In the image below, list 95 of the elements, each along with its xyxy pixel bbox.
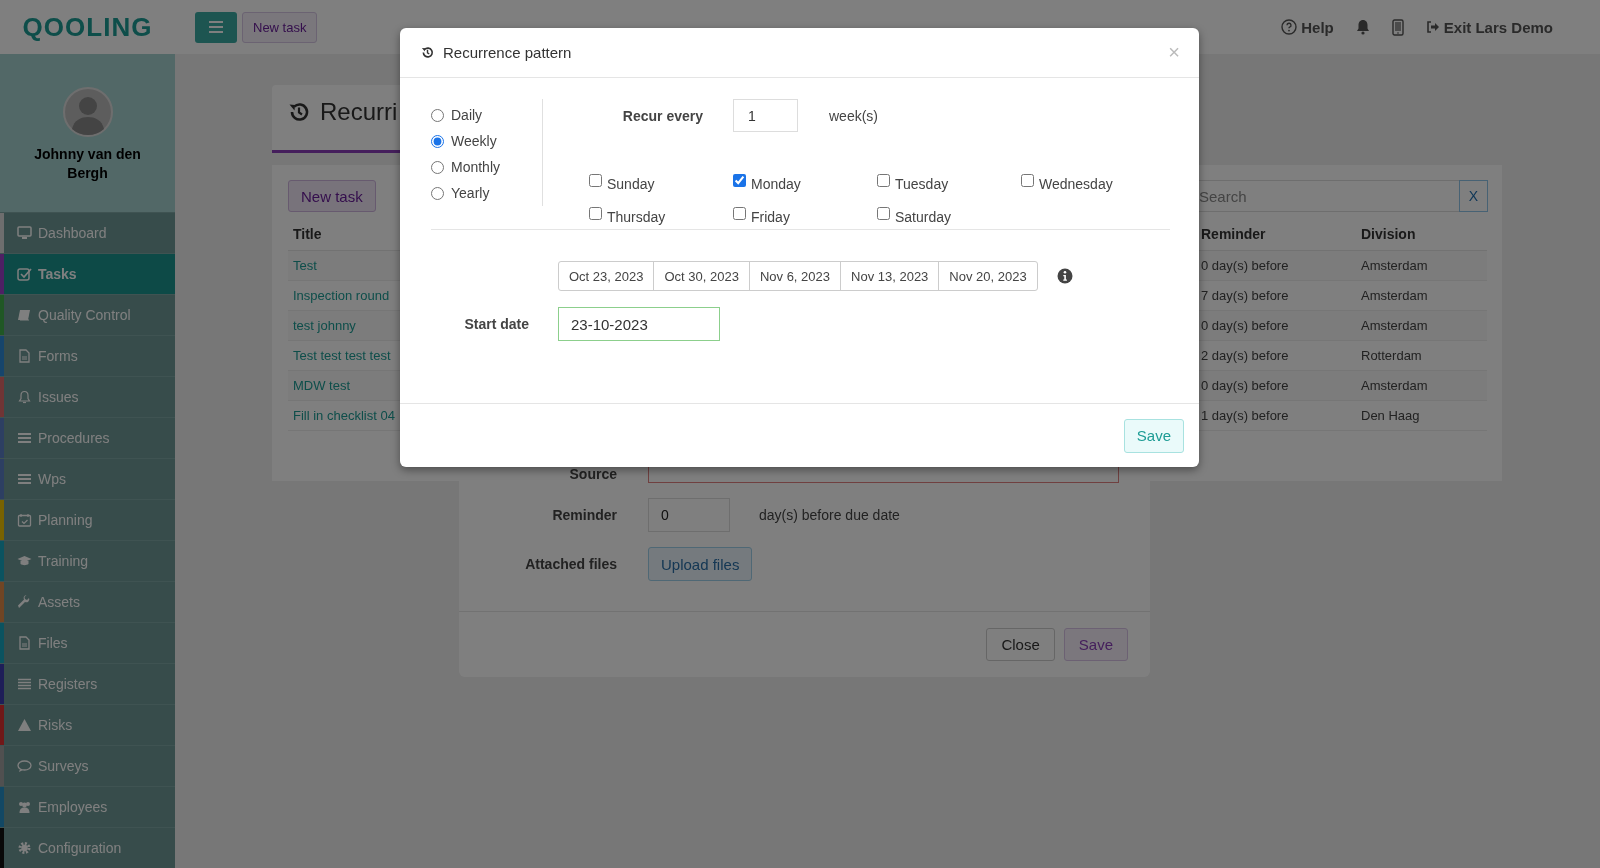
help-icon — [1281, 19, 1298, 35]
list-icon — [17, 677, 32, 691]
book-icon — [17, 308, 32, 322]
sidebar-item[interactable]: Employees — [0, 786, 175, 827]
sidebar-item[interactable]: Procedures — [0, 417, 175, 458]
monitor-icon — [17, 226, 32, 240]
sidebar-item[interactable]: Wps — [0, 458, 175, 499]
save-button[interactable]: Save — [1123, 418, 1184, 453]
close-button[interactable]: Close — [986, 628, 1055, 661]
field-label: Reminder — [551, 507, 617, 523]
history-icon — [421, 46, 434, 59]
page-title: Recurri — [320, 97, 398, 126]
bell-icon — [17, 390, 32, 404]
field-label: Attached files — [524, 556, 617, 572]
warning-icon — [17, 718, 32, 732]
people-icon — [17, 800, 32, 814]
interval-field[interactable]: 1 — [733, 99, 798, 132]
task-link[interactable]: test johnny — [293, 318, 356, 333]
history-icon — [288, 100, 310, 123]
start-date-field[interactable]: 23-10-2023 — [558, 307, 720, 341]
sidebar-item[interactable]: Quality Control — [0, 294, 175, 335]
close-button[interactable]: × — [1164, 41, 1184, 64]
speech-bubble-icon — [17, 759, 32, 773]
help-link[interactable]: Help — [1281, 18, 1334, 36]
sidebar-item[interactable]: Registers — [0, 663, 175, 704]
dialog-title: Recurrence pattern — [443, 44, 572, 61]
radio-label: Daily — [451, 107, 483, 123]
user-name: Johnny van den Bergh — [33, 145, 142, 183]
checkbox[interactable] — [1021, 174, 1034, 187]
upload-files-button[interactable]: Upload files — [648, 547, 753, 581]
new-task-button[interactable]: New task — [242, 11, 318, 43]
clear-search-button[interactable]: X — [1459, 180, 1488, 212]
preview-date: Nov 20, 2023 — [938, 262, 1037, 290]
exit-link[interactable]: Exit Lars Demo — [1425, 18, 1553, 36]
task-link[interactable]: Fill in checklist 04 — [293, 408, 395, 423]
list-icon — [17, 472, 32, 486]
radio-label: Yearly — [451, 185, 490, 201]
unit-label: week(s) — [829, 107, 878, 124]
sidebar-item[interactable]: Planning — [0, 499, 175, 540]
field-label: Source — [568, 466, 617, 483]
preview-date: Nov 6, 2023 — [748, 262, 840, 290]
checkbox-label: Wednesday — [1039, 176, 1113, 192]
checkbox-label: Tuesday — [895, 176, 949, 192]
preview-date: Oct 23, 2023 — [568, 267, 645, 286]
sidebar-item[interactable]: Configuration — [0, 827, 175, 868]
calendar-icon — [17, 513, 32, 527]
new-task-button[interactable]: New task — [288, 180, 376, 212]
sidebar-item[interactable]: Risks — [0, 704, 175, 745]
sign-out-icon — [1425, 20, 1440, 34]
radio-button[interactable] — [431, 134, 444, 148]
reminder-field[interactable]: 0 — [648, 498, 730, 532]
checkbox[interactable] — [589, 207, 602, 220]
sidebar-item[interactable]: Assets — [0, 581, 175, 622]
checkbox[interactable] — [589, 174, 602, 187]
document-icon — [17, 636, 32, 650]
graduation-cap-icon — [17, 554, 32, 568]
sidebar-item[interactable]: Surveys — [0, 745, 175, 786]
reminder-suffix: day(s) before due date — [759, 507, 900, 523]
gear-icon — [17, 841, 32, 855]
sidebar-item[interactable]: Issues — [0, 376, 175, 417]
task-link[interactable]: Inspection round — [293, 288, 390, 303]
preview-date: Nov 13, 2023 — [840, 262, 939, 290]
field-label: Start date — [463, 316, 529, 332]
sidebar-item[interactable]: Files — [0, 622, 175, 663]
checkbox[interactable] — [877, 174, 890, 187]
preview-date: Oct 30, 2023 — [653, 262, 749, 290]
radio-button[interactable] — [431, 108, 444, 122]
document-icon — [17, 349, 32, 363]
checkbox[interactable] — [877, 207, 890, 220]
checkbox-icon — [17, 267, 32, 281]
sidebar-item[interactable]: Tasks — [0, 253, 175, 294]
field-label: Recur every — [621, 107, 703, 124]
checkbox-label: Monday — [751, 176, 801, 192]
radio-label: Weekly — [451, 133, 497, 149]
info-icon[interactable] — [1056, 268, 1073, 284]
radio-label: Monthly — [451, 159, 501, 175]
menu-icon — [209, 21, 223, 33]
sidebar-item[interactable]: Training — [0, 540, 175, 581]
bell-icon[interactable] — [1355, 19, 1370, 35]
save-button[interactable]: Save — [1063, 628, 1128, 661]
wrench-icon — [17, 595, 32, 609]
radio-button[interactable] — [431, 160, 444, 174]
avatar — [62, 87, 113, 137]
checkbox[interactable] — [733, 174, 746, 187]
checkbox[interactable] — [733, 207, 746, 220]
task-link[interactable]: Test — [293, 258, 317, 273]
checkbox-label: Sunday — [607, 176, 655, 192]
task-link[interactable]: Test test test test — [293, 348, 391, 363]
phone-icon[interactable] — [1391, 18, 1404, 36]
table-cell: Den Haag — [1356, 401, 1487, 431]
task-link[interactable]: MDW test — [293, 378, 351, 393]
list-icon — [17, 431, 32, 445]
radio-button[interactable] — [431, 186, 444, 200]
sidebar-item[interactable]: Forms — [0, 335, 175, 376]
logo[interactable]: QOOLING — [22, 11, 153, 43]
